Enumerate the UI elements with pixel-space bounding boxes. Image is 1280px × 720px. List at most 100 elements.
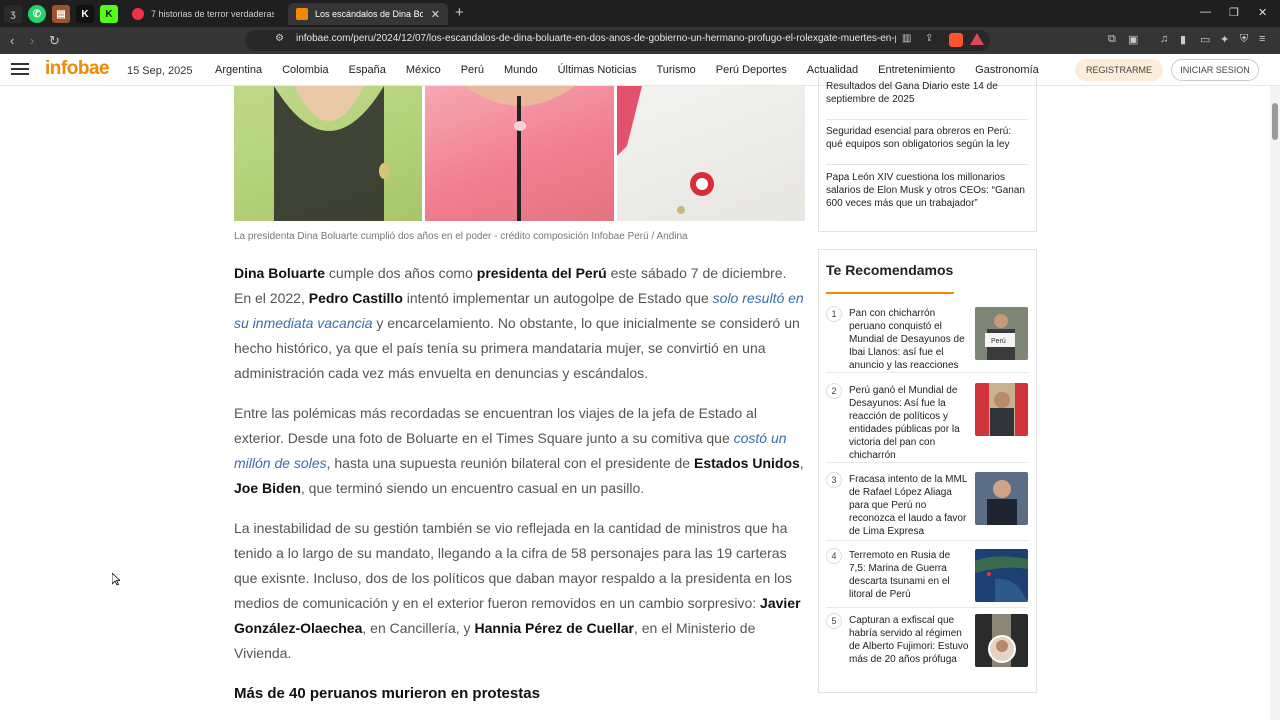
paragraph-text: , (799, 455, 804, 471)
nav-actualidad[interactable]: Actualidad (807, 64, 858, 76)
brave-rewards-icon[interactable] (970, 33, 984, 45)
nav-mexico[interactable]: México (406, 64, 441, 76)
divider (826, 607, 1028, 608)
nav-colombia[interactable]: Colombia (282, 64, 328, 76)
rec-thumb-1[interactable]: Perú (975, 307, 1028, 360)
paragraph-text: intentó implementar un autogolpe de Esta… (402, 290, 713, 306)
article-paragraph-3: La inestabilidad de su gestión también s… (234, 516, 806, 666)
url-text[interactable]: infobae.com/peru/2024/12/07/los-escandal… (296, 33, 896, 44)
site-logo[interactable]: infobae (45, 58, 110, 80)
whatsapp-icon[interactable]: ✆ (28, 5, 46, 23)
divider (826, 540, 1028, 541)
k-app-icon[interactable]: K (76, 5, 94, 23)
thumb-1-label: Perú (991, 338, 1006, 345)
paragraph-text: Entre las polémicas más recordadas se en… (234, 405, 757, 446)
sidebar-icon[interactable]: ▮ (1180, 33, 1186, 46)
photo-left-shapes (274, 86, 389, 221)
rec-item-2[interactable]: Perú ganó el Mundial de Desayunos: Así f… (849, 384, 969, 462)
photo-panel-right (617, 86, 805, 221)
vpn-icon[interactable]: ⛨ (1240, 33, 1248, 46)
nav-entretenimiento[interactable]: Entretenimiento (878, 64, 955, 76)
thumb-3-art (975, 472, 1028, 525)
menu-icon[interactable]: ≡ (1259, 33, 1265, 45)
rec-number: 1 (826, 306, 842, 322)
tab-terror[interactable]: 7 historias de terror verdaderas que (124, 3, 282, 25)
maximize-icon[interactable]: ❐ (1229, 6, 1239, 19)
bold-phrase: presidenta del Perú (476, 265, 607, 281)
sidebar-news-item[interactable]: Seguridad esencial para obreros en Perú:… (826, 125, 1026, 151)
photo-right-shapes (617, 86, 714, 214)
rec-thumb-5[interactable] (975, 614, 1028, 667)
app-icon[interactable]: ʒ (4, 5, 22, 23)
rec-number: 2 (826, 383, 842, 399)
photo-panel-left (234, 86, 422, 221)
brave-shield-icon[interactable] (949, 33, 963, 47)
photo-panel-center (425, 86, 614, 221)
media-icon[interactable]: ♫ (1160, 33, 1168, 45)
browser-tab-bar: ʒ ✆ ▤ K K 7 historias de terror verdader… (0, 0, 1280, 27)
nav-peru-deportes[interactable]: Perú Deportes (716, 64, 787, 76)
close-window-icon[interactable]: ✕ (1258, 6, 1267, 19)
reload-icon[interactable]: ↻ (49, 33, 60, 49)
share-icon[interactable]: ⇪ (925, 33, 933, 44)
thumb-2-art (975, 383, 1028, 436)
ai-icon[interactable]: ✦ (1220, 33, 1229, 46)
extensions-icon[interactable]: ⧉ (1108, 33, 1116, 46)
article-paragraph-2: Entre las polémicas más recordadas se en… (234, 401, 806, 501)
hamburger-menu-icon[interactable] (11, 63, 29, 77)
bookmark-icon[interactable]: ▤ (52, 5, 70, 23)
nav-gastronomia[interactable]: Gastronomía (975, 64, 1039, 76)
rec-number: 5 (826, 613, 842, 629)
nav-espana[interactable]: España (349, 64, 386, 76)
thumb-1-art: Perú (975, 307, 1028, 360)
rec-item-4[interactable]: Terremoto en Rusia de 7,5: Marina de Gue… (849, 549, 969, 601)
rec-thumb-3[interactable] (975, 472, 1028, 525)
nav-argentina[interactable]: Argentina (215, 64, 262, 76)
rec-item-1[interactable]: Pan con chicharrón peruano conquistó el … (849, 307, 969, 372)
paragraph-text: La inestabilidad de su gestión también s… (234, 520, 793, 611)
tab-title: 7 historias de terror verdaderas que (151, 9, 274, 19)
divider (826, 164, 1028, 165)
register-button[interactable]: REGISTRARME (1075, 59, 1163, 81)
bold-name: Hannia Pérez de Cuellar (474, 620, 634, 636)
bold-name: Dina Boluarte (234, 265, 326, 281)
paragraph-text: , hasta una supuesta reunión bilateral c… (326, 455, 694, 471)
rec-item-3[interactable]: Fracasa intento de la MML de Rafael Lópe… (849, 473, 969, 538)
rec-item-5[interactable]: Capturan a exfiscal que habría servido a… (849, 614, 969, 666)
thumb-5-art (975, 614, 1028, 667)
reader-icon[interactable]: ▥ (902, 33, 911, 44)
bold-name: Pedro Castillo (308, 290, 403, 306)
close-tab-icon[interactable]: ✕ (431, 8, 440, 21)
sidebar-news-item[interactable]: Papa León XIV cuestiona los millonarios … (826, 171, 1026, 210)
wallet-icon[interactable]: ▭ (1200, 33, 1210, 46)
site-settings-icon[interactable]: ⚙ (275, 33, 284, 44)
login-button[interactable]: INICIAR SESION (1171, 59, 1259, 81)
kick-icon[interactable]: K (100, 5, 118, 23)
rec-thumb-2[interactable] (975, 383, 1028, 436)
main-nav: Argentina Colombia España México Perú Mu… (215, 64, 1059, 76)
back-icon[interactable]: ‹ (10, 33, 14, 48)
nav-peru[interactable]: Perú (461, 64, 484, 76)
nav-mundo[interactable]: Mundo (504, 64, 538, 76)
article-hero-image (234, 86, 805, 221)
tab-title: Los escándalos de Dina Boluarte (315, 9, 423, 19)
scrollbar-thumb[interactable] (1272, 103, 1278, 140)
article-paragraph-1: Dina Boluarte cumple dos años como presi… (234, 261, 806, 386)
paragraph-text: , en Cancillería, y (362, 620, 475, 636)
recommendations-title: Te Recomendamos (826, 262, 954, 278)
image-caption: La presidenta Dina Boluarte cumplió dos … (234, 231, 688, 242)
screenshot-icon[interactable]: ▣ (1128, 33, 1138, 46)
paragraph-text: cumple dos años como (325, 265, 477, 281)
page-scrollbar[interactable] (1270, 86, 1280, 720)
nav-ultimas-noticias[interactable]: Últimas Noticias (558, 64, 637, 76)
bold-name: Joe Biden (234, 480, 301, 496)
new-tab-icon[interactable]: + (455, 4, 464, 21)
nav-turismo[interactable]: Turismo (656, 64, 695, 76)
article-subheading: Más de 40 peruanos murieron en protestas (234, 685, 540, 702)
forward-icon[interactable]: › (30, 33, 34, 48)
tab-boluarte[interactable]: Los escándalos de Dina Boluarte ✕ (288, 3, 448, 25)
sidebar-news-item[interactable]: Resultados del Gana Diario este 14 de se… (826, 80, 1026, 106)
minimize-icon[interactable]: — (1200, 6, 1211, 18)
rec-thumb-4[interactable] (975, 549, 1028, 602)
divider (826, 372, 1028, 373)
